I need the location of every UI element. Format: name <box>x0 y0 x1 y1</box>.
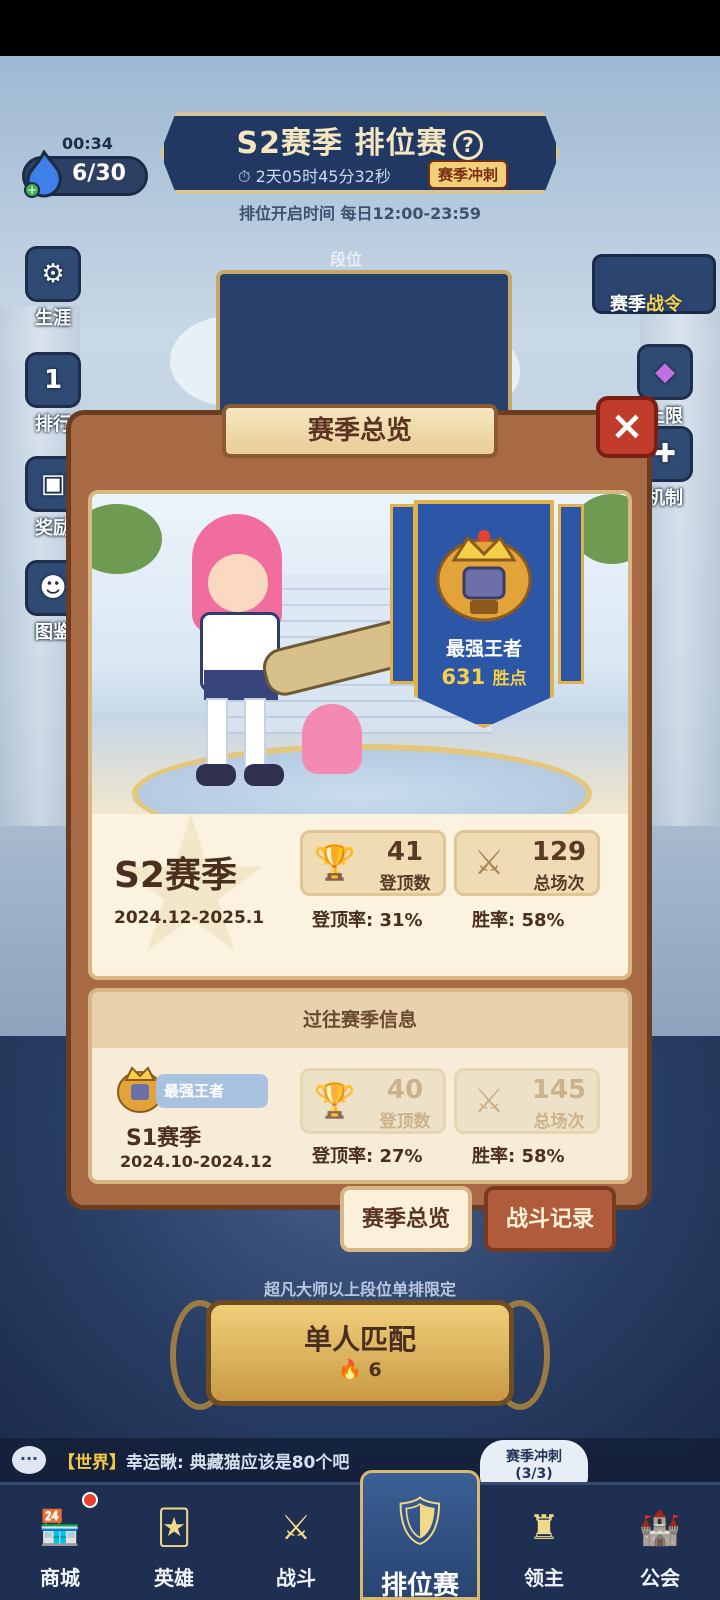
leaderboard-icon: 1 <box>25 352 81 408</box>
chat-message: 【世界】幸运瞅: 典藏猫应该是80个吧 <box>58 1448 349 1473</box>
guild-icon: 🏰 <box>638 1508 682 1548</box>
nav-battle-label: 战斗 <box>276 1566 316 1590</box>
shop-icon: 🏪 <box>38 1508 82 1548</box>
solo-match-label: 单人匹配 <box>303 1323 416 1356</box>
season-pass-label: 赛季战令 <box>610 294 682 315</box>
current-season-name: S2赛季 <box>114 855 237 896</box>
notification-dot <box>82 1492 98 1508</box>
nav-guild-label: 公会 <box>640 1566 680 1590</box>
crystal-icon: ◆ <box>637 344 693 400</box>
countdown-text: 2天05时45分32秒 <box>255 167 391 186</box>
current-season-card: 最强王者 631 胜点 S2赛季 2024.12-2025.1 🏆 41 登顶数… <box>88 490 632 980</box>
mini-hero <box>302 704 362 774</box>
plant-decoration <box>92 504 162 574</box>
blue-flame-icon: + <box>24 150 62 198</box>
banner-rank-title: 最强王者 <box>445 638 522 660</box>
career-button[interactable]: ⚙ 生涯 <box>18 246 88 330</box>
past-season-header: 过往赛季信息 <box>92 992 628 1048</box>
career-icon: ⚙ <box>25 246 81 302</box>
current-season-info: S2赛季 2024.12-2025.1 <box>114 846 294 928</box>
nav-lord[interactable]: ♜ 领主 <box>484 1490 604 1598</box>
peak-count-label: 登顶数 <box>379 874 431 894</box>
banner-points: 631 胜点 <box>414 664 554 689</box>
total-matches-stat: ⚔ 129 总场次 <box>454 830 600 896</box>
current-season-dates: 2024.12-2025.1 <box>114 908 265 928</box>
sprint-bubble-progress: (3/3) <box>515 1466 553 1482</box>
past-peak-count-label: 登顶数 <box>379 1112 431 1132</box>
mechanism-label: 机制 <box>647 488 683 509</box>
heroine-leg <box>244 698 266 768</box>
nav-shop[interactable]: 🏪 商城 <box>0 1490 120 1598</box>
season-title-row: S2赛季 排位赛? <box>160 118 560 162</box>
total-count-value: 129 <box>531 837 587 867</box>
past-rank: 最强王者 <box>156 1074 268 1108</box>
chat-bubble-icon[interactable]: ··· <box>12 1446 46 1474</box>
past-peak-rate: 登顶率: 27% <box>312 1146 423 1167</box>
match-cost-value: 6 <box>368 1359 382 1381</box>
past-season-name: S1赛季 <box>126 1126 202 1151</box>
peak-count-stat: 🏆 41 登顶数 <box>300 830 446 896</box>
past-total-count-value: 145 <box>531 1075 587 1105</box>
trophy-icon: 🏆 <box>313 843 357 883</box>
peak-count-value: 41 <box>386 837 424 867</box>
svg-text:+: + <box>27 183 37 197</box>
career-label: 生涯 <box>35 308 71 329</box>
crossed-swords-icon: ⚔ <box>473 1081 505 1121</box>
energy-timer: 00:34 <box>62 134 113 153</box>
heroes-icon: 🃏 <box>156 1508 192 1548</box>
points-unit: 胜点 <box>492 669 527 689</box>
rank-panel <box>216 270 512 420</box>
energy-value: 6/30 <box>72 161 126 186</box>
help-icon[interactable]: ? <box>453 129 484 160</box>
tab-battle-records[interactable]: 战斗记录 <box>484 1186 616 1252</box>
nav-guild[interactable]: 🏰 公会 <box>600 1490 720 1598</box>
battle-icon: ⚔ <box>280 1508 312 1548</box>
season-countdown: ⏱ 2天05时45分32秒 <box>238 167 391 186</box>
open-hours: 排位开启时间 每日12:00-23:59 <box>238 204 482 223</box>
blue-flame-icon: 🔥 <box>338 1359 362 1381</box>
nav-battle[interactable]: ⚔ 战斗 <box>236 1490 356 1598</box>
peak-rate: 登顶率: 31% <box>312 910 423 931</box>
heroine-face <box>208 554 268 612</box>
past-total-matches-stat: ⚔ 145 总场次 <box>454 1068 600 1134</box>
win-rate: 胜率: 58% <box>472 910 565 931</box>
crown-trophy-icon <box>436 530 532 622</box>
past-season-card: 过往赛季信息 最强王者 S1赛季 2024.10-2024.12 🏆 40 登顶… <box>88 988 632 1184</box>
tab-season-overview[interactable]: 赛季总览 <box>340 1186 472 1252</box>
match-cost: 🔥 6 <box>206 1358 514 1381</box>
close-button[interactable]: × <box>596 396 658 458</box>
past-win-rate: 胜率: 58% <box>472 1146 565 1167</box>
past-peak-count-stat: 🏆 40 登顶数 <box>300 1068 446 1134</box>
past-season-dates: 2024.10-2024.12 <box>120 1152 273 1171</box>
heroine-leg <box>206 698 228 768</box>
rank-label: 段位 <box>330 250 363 269</box>
season-title: S2赛季 排位赛 <box>236 126 448 161</box>
banner-ribbon <box>390 504 416 684</box>
sprint-bubble-title: 赛季冲刺 <box>506 1449 562 1465</box>
points-value: 631 <box>441 665 486 689</box>
heroine-shoe <box>196 764 236 786</box>
nav-ranked-label: 排位赛 <box>380 1571 459 1600</box>
nav-heroes[interactable]: 🃏 英雄 <box>114 1490 234 1598</box>
match-limit-text: 超凡大师以上段位单排限定 <box>263 1280 456 1299</box>
banner-ribbon <box>558 504 584 684</box>
past-peak-count-value: 40 <box>386 1075 424 1105</box>
trophy-icon: 🏆 <box>313 1081 357 1121</box>
hero-showcase: 最强王者 631 胜点 <box>92 494 628 814</box>
nav-lord-label: 领主 <box>524 1566 564 1590</box>
chat-channel: 【世界】 <box>58 1453 126 1473</box>
sprint-tag: 赛季冲刺 <box>428 160 509 189</box>
nav-ranked[interactable]: 🛡 排位赛 <box>360 1470 480 1600</box>
crossed-swords-icon: ⚔ <box>473 843 505 883</box>
past-total-count-label: 总场次 <box>533 1112 585 1132</box>
chat-message-text: 幸运瞅: 典藏猫应该是80个吧 <box>126 1453 350 1473</box>
modal-title: 赛季总览 <box>222 404 498 458</box>
nav-heroes-label: 英雄 <box>154 1566 194 1590</box>
lord-icon: ♜ <box>528 1508 560 1548</box>
ranked-icon: 🛡 <box>389 1493 451 1549</box>
status-bar <box>0 0 720 56</box>
total-count-label: 总场次 <box>533 874 585 894</box>
nav-shop-label: 商城 <box>40 1566 80 1590</box>
heroine-shoe <box>244 764 284 786</box>
